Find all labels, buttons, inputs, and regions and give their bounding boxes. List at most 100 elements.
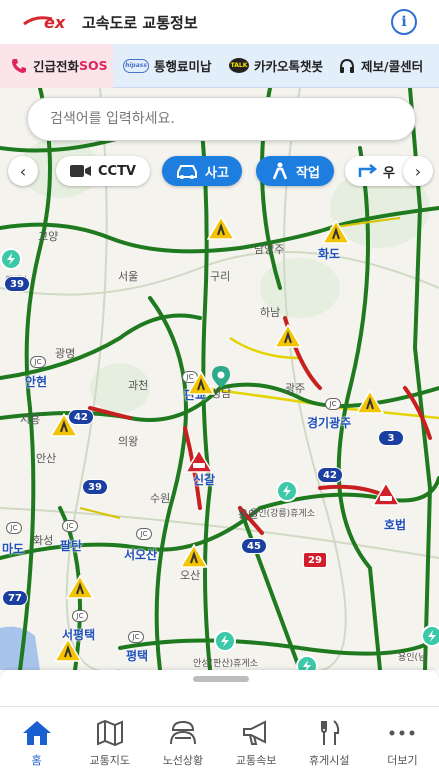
route-shield: 3 [378, 430, 404, 446]
unpaid-toll-button[interactable]: hipass 통행료미납 [113, 44, 217, 88]
junction-badge: JC [6, 522, 22, 534]
city-label: 팔탄 [60, 539, 83, 553]
more-dots-icon [387, 719, 417, 747]
kakao-chatbot-label: 카카오톡챗봇 [254, 59, 324, 74]
filter-chip-label: 사고 [205, 165, 229, 181]
city-label: 신갈 [193, 473, 216, 487]
nav-item-home[interactable]: 홈 [0, 707, 73, 774]
place-label: 화성 [33, 534, 54, 547]
route-shield: 39 [82, 479, 108, 495]
hipass-icon-text: hipass [123, 58, 149, 73]
nav-item-traffic-map[interactable]: 교통지도 [73, 707, 146, 774]
roadwork-marker-icon[interactable] [180, 544, 208, 568]
search-bar[interactable] [27, 97, 416, 141]
filter-chip-label: 작업 [296, 165, 320, 181]
hipass-icon: hipass [123, 58, 149, 73]
svg-text:ex: ex [44, 13, 66, 32]
road-status-icon [168, 719, 198, 747]
filter-chip-label: 우 [383, 165, 395, 181]
search-input[interactable] [50, 111, 390, 127]
quick-menu-bar: 긴급전화 SOS hipass 통행료미납 TALK 카카오톡챗봇 제보/콜센터 [0, 43, 439, 88]
filter-chip-cctv[interactable]: CCTV [56, 156, 150, 186]
filter-chip-roadwork[interactable]: 작업 [256, 156, 334, 186]
talk-icon-text: TALK [229, 58, 249, 73]
place-label: 오산 [180, 569, 201, 582]
city-label: 마도 [2, 542, 25, 556]
location-pin-icon[interactable] [212, 366, 230, 388]
route-shield: 45 [241, 538, 267, 554]
sos-label: SOS [79, 58, 108, 73]
nav-label: 홈 [31, 754, 42, 767]
nav-label: 더보기 [387, 754, 418, 767]
kakao-chatbot-button[interactable]: TALK 카카오톡챗봇 [217, 44, 330, 88]
nav-item-traffic-news[interactable]: 교통속보 [220, 707, 293, 774]
roadwork-marker-icon[interactable] [356, 390, 384, 414]
roadwork-marker-icon[interactable] [187, 371, 215, 395]
place-label: 서울 [118, 270, 139, 283]
city-label: 호법 [384, 518, 407, 532]
nav-label: 휴게시설 [309, 754, 350, 767]
ex-logo: ex [22, 11, 74, 33]
nav-label: 교통속보 [235, 754, 277, 767]
headset-icon [338, 57, 356, 75]
junction-badge: JC [62, 520, 78, 532]
rest-area-label: 용인(강릉)휴게소 [250, 509, 315, 519]
ev-charger-icon[interactable] [0, 248, 22, 270]
report-callcenter-button[interactable]: 제보/콜센터 [330, 44, 439, 88]
worker-icon [272, 162, 288, 180]
bottom-sheet[interactable] [0, 670, 439, 706]
nav-label: 노선상황 [162, 754, 204, 767]
place-label: 의왕 [118, 435, 139, 448]
filter-chip-label: CCTV [97, 163, 136, 179]
city-label: 안현 [25, 375, 48, 389]
city-label: 경기광주 [307, 416, 352, 430]
route-shield: 42 [317, 467, 343, 483]
route-shield: 77 [2, 590, 28, 606]
chevron-right-icon[interactable]: › [403, 156, 433, 186]
city-label: 화도 [318, 247, 341, 261]
ev-charger-icon[interactable] [421, 625, 439, 647]
chevron-left-icon[interactable]: ‹ [8, 156, 38, 186]
report-callcenter-label: 제보/콜센터 [361, 59, 424, 74]
emergency-call-label: 긴급전화 [33, 59, 80, 74]
place-label: 고양 [38, 230, 59, 243]
ev-charger-icon[interactable] [214, 630, 236, 652]
accident-marker-icon[interactable] [185, 449, 213, 473]
city-label: 서오산 [124, 548, 158, 562]
rest-area-label: 안성(판산)휴게소 [193, 659, 258, 669]
place-label: 광주 [285, 382, 306, 395]
place-label: 과천 [128, 379, 149, 392]
junction-badge: JC [136, 528, 152, 540]
place-label: 시흥 [20, 413, 41, 426]
nav-item-rest-area[interactable]: 휴게시설 [293, 707, 366, 774]
roadwork-marker-icon[interactable] [274, 324, 302, 348]
roadwork-marker-icon[interactable] [207, 216, 235, 240]
roadwork-marker-icon[interactable] [322, 220, 350, 244]
nav-label: 교통지도 [89, 754, 130, 767]
drag-handle[interactable] [193, 676, 249, 682]
roadwork-marker-icon[interactable] [50, 413, 78, 437]
phone-icon [10, 57, 28, 75]
unpaid-toll-label: 통행료미납 [154, 59, 212, 74]
ev-charger-icon[interactable] [296, 655, 318, 670]
ev-charger-icon[interactable] [276, 480, 298, 502]
home-icon [22, 719, 52, 747]
city-label: 평택 [126, 649, 149, 663]
roadwork-marker-icon[interactable] [54, 638, 82, 662]
filter-chip-accident[interactable]: 사고 [162, 156, 242, 186]
nav-item-more[interactable]: 더보기 [366, 707, 439, 774]
fork-knife-icon [314, 719, 344, 747]
map-icon [95, 719, 125, 747]
megaphone-icon [241, 719, 271, 747]
emergency-call-button[interactable]: 긴급전화 SOS [0, 43, 113, 88]
info-circle-icon[interactable]: i [391, 9, 417, 35]
place-label: 남양주 [254, 243, 285, 256]
camera-icon [69, 165, 91, 177]
junction-badge: JC [72, 610, 88, 622]
place-label: 구리 [210, 270, 231, 283]
place-label: 하남 [260, 306, 281, 319]
roadwork-marker-icon[interactable] [66, 575, 94, 599]
accident-marker-icon[interactable] [372, 482, 400, 506]
nav-item-road-status[interactable]: 노선상황 [146, 707, 219, 774]
detour-arrow-icon [358, 164, 378, 177]
